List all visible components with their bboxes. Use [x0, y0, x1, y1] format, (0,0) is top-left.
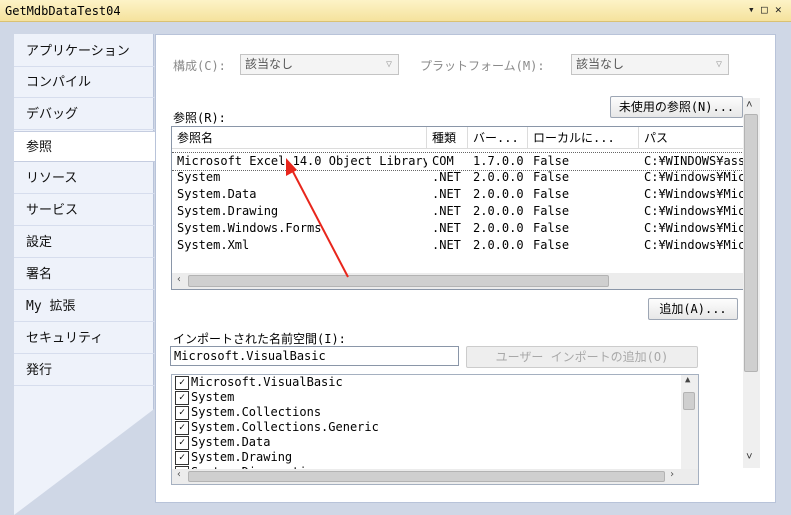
- annotation-arrow: [286, 158, 349, 278]
